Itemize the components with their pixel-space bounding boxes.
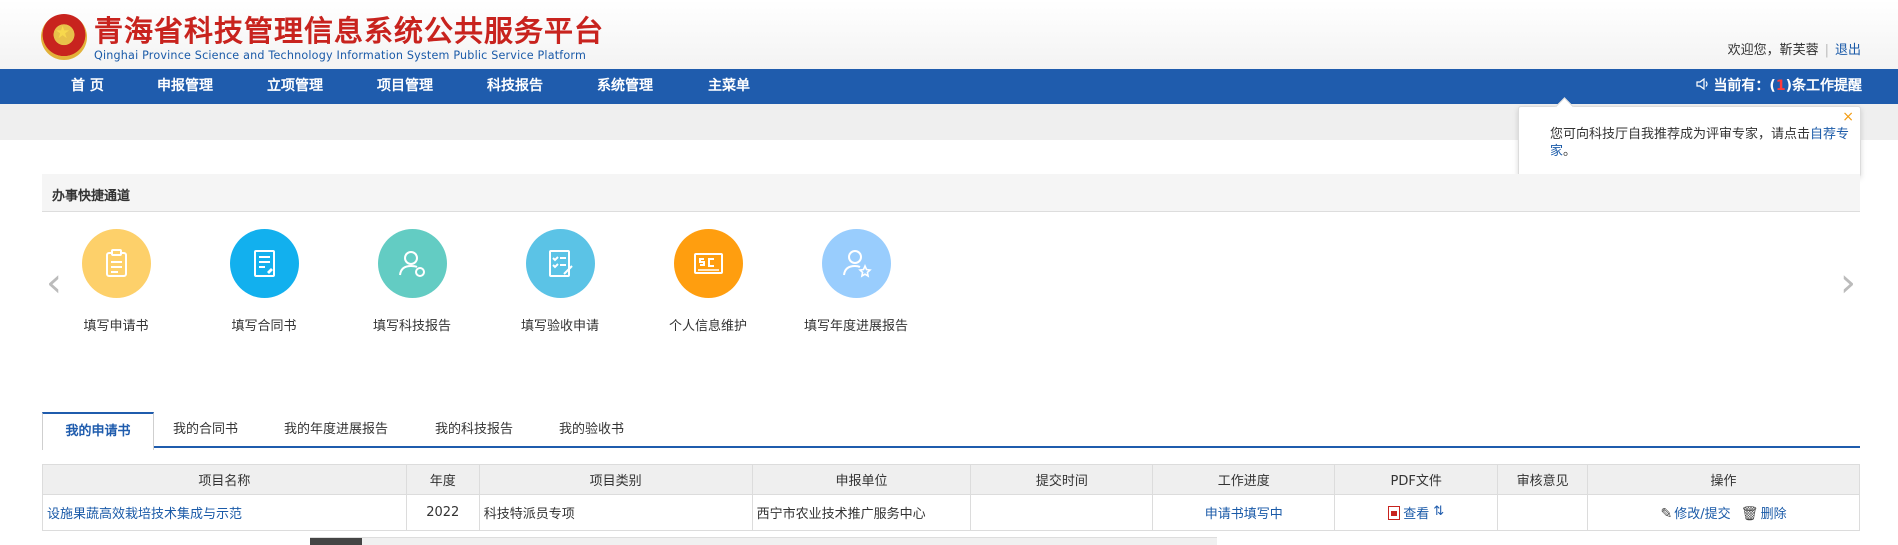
tab-my-applications[interactable]: 我的申请书 [42, 412, 154, 450]
tooltip-text: 您可向科技厅自我推荐成为评审专家，请点击自荐专家。 [1550, 126, 1850, 160]
quick-fill-contract[interactable]: 填写合同书 [194, 229, 334, 334]
col-year: 年度 [405, 464, 480, 495]
quick-label: 填写合同书 [231, 319, 297, 334]
site-subtitle: Qinghai Province Science and Technology … [94, 49, 587, 63]
col-review: 审核意见 [1497, 464, 1589, 495]
nav-item-approval[interactable]: 立项管理 [267, 69, 323, 104]
table-row: 设施果蔬高效栽培技术集成与示范 2022 科技特派员专项 西宁市农业技术推广服务… [42, 494, 1860, 531]
nav-item-main-menu[interactable]: 主菜单 [708, 69, 750, 104]
col-name: 项目名称 [42, 464, 407, 495]
welcome-text: 欢迎您，靳芙蓉 [1727, 43, 1819, 58]
view-pdf-link[interactable]: 查看 [1403, 507, 1429, 522]
edit-submit-link[interactable]: 修改/提交 [1674, 507, 1730, 522]
col-progress: 工作进度 [1152, 464, 1336, 495]
checklist-icon [525, 229, 595, 298]
quick-label: 填写科技报告 [372, 319, 451, 334]
project-category: 科技特派员专项 [478, 494, 753, 531]
project-unit: 西宁市农业技术推广服务中心 [751, 494, 972, 531]
tab-my-annual-reports[interactable]: 我的年度进展报告 [284, 412, 388, 448]
national-emblem-icon [41, 14, 87, 60]
review-opinion [1497, 494, 1589, 531]
quick-access-title: 办事快捷通道 [52, 189, 131, 204]
col-unit: 申报单位 [751, 464, 972, 495]
nav-item-home[interactable]: 首 页 [71, 69, 104, 104]
header: 青海省科技管理信息系统公共服务平台 Qinghai Province Scien… [0, 0, 1898, 69]
tab-my-tech-reports[interactable]: 我的科技报告 [435, 412, 513, 448]
applications-table: 项目名称 年度 项目类别 申报单位 提交时间 工作进度 PDF文件 审核意见 操… [42, 464, 1860, 531]
close-icon[interactable]: × [1842, 109, 1854, 125]
quick-fill-acceptance[interactable]: 填写验收申请 [490, 229, 630, 334]
quick-fill-tech-report[interactable]: 填写科技报告 [342, 229, 482, 334]
reminder-suffix: )条工作提醒 [1785, 78, 1862, 94]
quick-fill-application[interactable]: 填写申请书 [46, 229, 186, 334]
nav-item-report[interactable]: 科技报告 [487, 69, 543, 104]
clipboard-icon [81, 229, 151, 298]
project-submit-time [970, 494, 1154, 531]
separator: | [1824, 43, 1829, 58]
nav-item-application[interactable]: 申报管理 [157, 69, 213, 104]
tooltip-end: 。 [1563, 144, 1577, 159]
user-star-icon [821, 229, 891, 298]
progress-link[interactable]: 申请书填写中 [1205, 507, 1283, 522]
quick-personal-info[interactable]: 个人信息维护 [638, 229, 778, 334]
next-arrow-icon[interactable]: › [1836, 263, 1860, 303]
project-name-link[interactable]: 设施果蔬高效栽培技术集成与示范 [47, 507, 242, 522]
col-submit-time: 提交时间 [970, 464, 1154, 495]
bottom-scroll-strip [310, 537, 1217, 545]
quick-label: 填写年度进展报告 [803, 319, 908, 334]
quick-access-header: 办事快捷通道 [42, 174, 1860, 212]
tab-my-acceptance[interactable]: 我的验收书 [559, 412, 624, 448]
table-header-row: 项目名称 年度 项目类别 申报单位 提交时间 工作进度 PDF文件 审核意见 操… [42, 464, 1860, 495]
col-category: 项目类别 [478, 464, 753, 495]
profile-card-icon [673, 229, 743, 298]
logout-link[interactable]: 退出 [1835, 43, 1861, 58]
user-area: 欢迎您，靳芙蓉 | 退出 [1728, 39, 1861, 58]
nav-item-project[interactable]: 项目管理 [377, 69, 433, 104]
quick-label: 个人信息维护 [668, 319, 747, 334]
scroll-thumb[interactable] [310, 538, 362, 545]
user-settings-icon [377, 229, 447, 298]
quick-fill-annual-report[interactable]: 填写年度进展报告 [786, 229, 926, 334]
reminder-count: 1 [1775, 78, 1786, 94]
pdf-icon [1388, 506, 1401, 520]
tab-my-contracts[interactable]: 我的合同书 [173, 412, 238, 448]
col-actions: 操作 [1587, 464, 1860, 495]
site-title: 青海省科技管理信息系统公共服务平台 [94, 14, 605, 48]
refresh-icon[interactable]: ⇅ [1433, 504, 1444, 519]
expert-tooltip: × 您可向科技厅自我推荐成为评审专家，请点击自荐专家。 [1518, 106, 1861, 177]
speaker-icon [1696, 69, 1710, 104]
trash-icon: 🗑 [1740, 506, 1759, 522]
tooltip-message: 您可向科技厅自我推荐成为评审专家，请点击 [1550, 127, 1811, 142]
contract-icon [229, 229, 299, 298]
col-pdf: PDF文件 [1334, 464, 1499, 495]
edit-icon: ✎ [1660, 506, 1673, 522]
nav-item-system[interactable]: 系统管理 [597, 69, 653, 104]
quick-label: 填写验收申请 [520, 319, 599, 334]
reminder-prefix: 当前有：( [1713, 78, 1776, 94]
delete-link[interactable]: 删除 [1761, 507, 1787, 522]
work-reminder[interactable]: 当前有：(1)条工作提醒 [1696, 69, 1862, 104]
record-tabs: 我的申请书 我的合同书 我的年度进展报告 我的科技报告 我的验收书 [42, 412, 1860, 450]
main-nav: 首 页 申报管理 立项管理 项目管理 科技报告 系统管理 主菜单 当前有：(1)… [0, 69, 1898, 104]
quick-label: 填写申请书 [83, 319, 149, 334]
project-year: 2022 [405, 494, 480, 531]
